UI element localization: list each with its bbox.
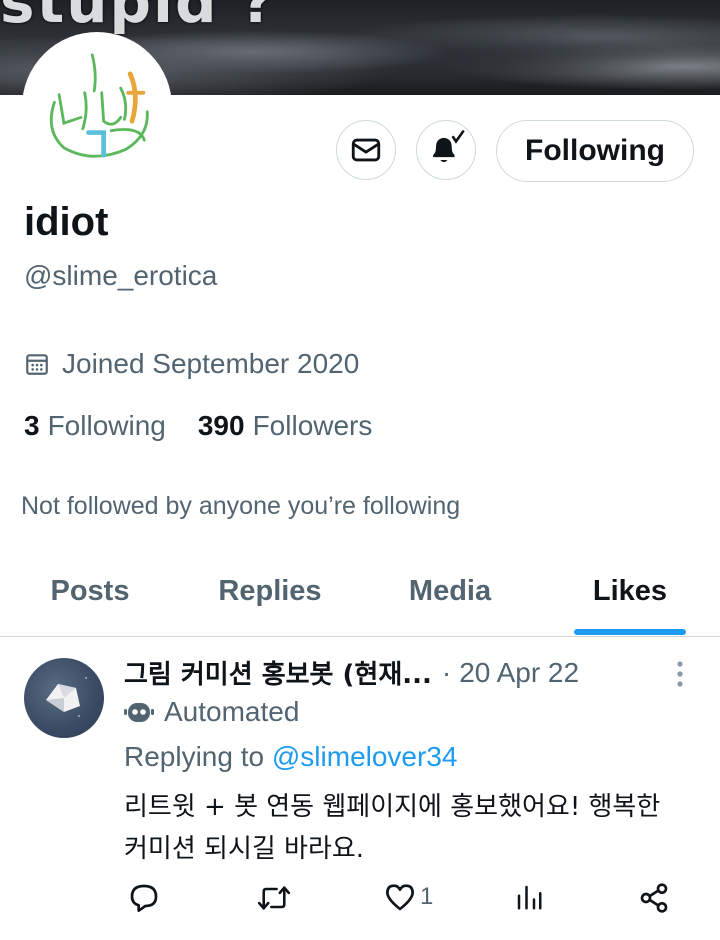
reply-icon xyxy=(130,884,158,912)
tweet-more-button[interactable] xyxy=(664,656,696,692)
following-label: Following xyxy=(47,410,166,441)
banner-text: stupid ? xyxy=(0,0,277,36)
avatar-drawing xyxy=(26,36,168,178)
user-handle: @slime_erotica xyxy=(24,260,218,291)
share-icon xyxy=(640,883,668,913)
tweet-date[interactable]: 20 Apr 22 xyxy=(459,657,579,689)
tab-replies[interactable]: Replies xyxy=(180,555,360,636)
bell-subscribed-icon xyxy=(433,130,465,163)
replying-to-link[interactable]: @slimelover34 xyxy=(272,741,458,772)
mutual-followers-note: Not followed by anyone you’re following xyxy=(21,492,461,520)
joined-date: Joined September 2020 xyxy=(24,348,359,380)
tab-media[interactable]: Media xyxy=(360,555,540,636)
following-count: 3 xyxy=(24,410,40,441)
display-name: idiot xyxy=(24,200,109,244)
views-button[interactable] xyxy=(514,882,544,912)
followers-count: 390 xyxy=(197,410,245,441)
active-tab-indicator xyxy=(574,629,686,635)
retweet-button[interactable] xyxy=(256,882,292,914)
like-count: 1 xyxy=(420,883,434,910)
following-count-link[interactable]: 3 Following xyxy=(24,410,166,442)
following-button[interactable]: Following xyxy=(496,120,694,182)
tab-likes[interactable]: Likes xyxy=(540,555,720,636)
automated-text: Automated xyxy=(164,696,300,727)
bot-icon xyxy=(124,703,154,722)
automated-label: Automated xyxy=(124,696,299,728)
more-vertical-icon xyxy=(677,661,683,687)
followers-count-link[interactable]: 390 Followers xyxy=(198,410,373,442)
followers-label: Followers xyxy=(252,410,373,441)
message-button[interactable] xyxy=(336,120,396,180)
profile-tabs: Posts Replies Media Likes xyxy=(0,555,720,637)
tweet-header: 그림 커미션 홍보봇 (현재... · 20 Apr 22 xyxy=(124,654,579,691)
tweet-author-avatar[interactable] xyxy=(24,658,104,738)
heart-icon xyxy=(386,884,414,911)
tweet-separator: · xyxy=(441,656,452,688)
like-button[interactable]: 1 xyxy=(384,882,433,912)
mail-icon xyxy=(351,138,381,162)
replying-prefix: Replying to xyxy=(124,741,265,772)
views-chart-icon xyxy=(517,885,542,910)
tab-posts[interactable]: Posts xyxy=(0,555,180,636)
calendar-icon xyxy=(26,354,48,375)
share-button[interactable] xyxy=(638,882,670,914)
tweet-author-name[interactable]: 그림 커미션 홍보봇 (현재... xyxy=(124,654,432,691)
profile-avatar[interactable] xyxy=(22,32,172,182)
tweet-text: 리트윗 + 봇 연동 웹페이지에 홍보했어요! 행복한 커미션 되시길 바라요. xyxy=(124,792,661,864)
author-avatar-image xyxy=(46,677,87,717)
retweet-icon xyxy=(257,886,291,910)
replying-to: Replying to @slimelover34 xyxy=(124,741,457,773)
reply-button[interactable] xyxy=(128,882,160,914)
notifications-button[interactable] xyxy=(416,120,476,180)
profile-page: stupid ? Following idiot @slime_erotica … xyxy=(0,0,720,940)
follow-stats: 3 Following 390 Followers xyxy=(24,410,372,442)
joined-text: Joined September 2020 xyxy=(62,348,360,379)
tweet-actions: 1 xyxy=(124,882,684,922)
